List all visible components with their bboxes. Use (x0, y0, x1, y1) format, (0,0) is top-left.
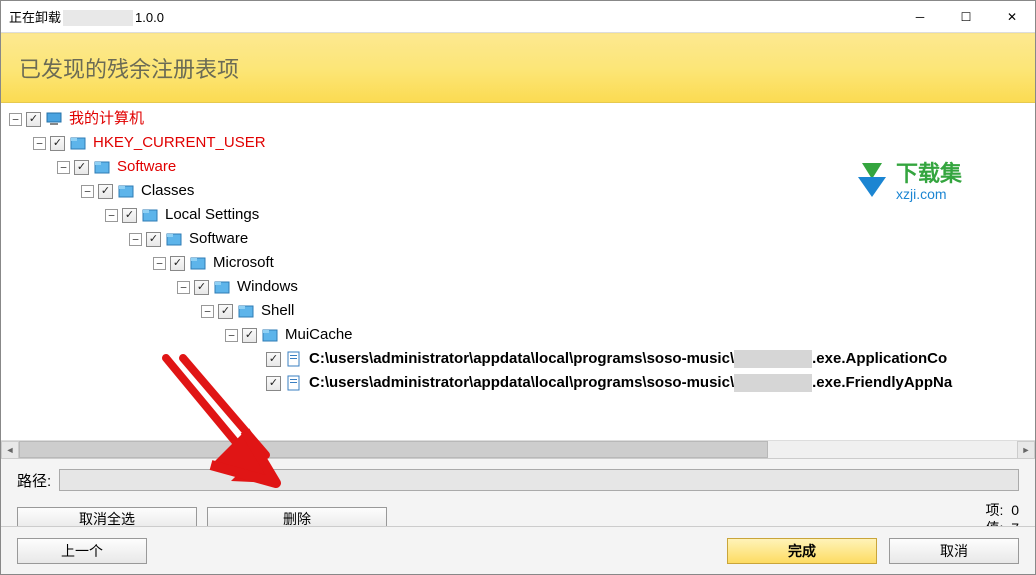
tree-node-label[interactable]: Software (187, 227, 250, 251)
tree-area: − ✓ 我的计算机 − ✓ HKEY_CURRENT_USER − ✓ Soft… (1, 103, 1035, 440)
tree-checkbox[interactable]: ✓ (266, 376, 281, 391)
tree-node-label[interactable]: Windows (235, 275, 300, 299)
tree-node-label[interactable]: Classes (139, 179, 196, 203)
tree-checkbox[interactable]: ✓ (98, 184, 113, 199)
close-button[interactable]: ✕ (989, 1, 1035, 33)
cancel-button[interactable]: 取消 (889, 538, 1019, 564)
watermark-logo: 下载集 xzji.com (850, 157, 1015, 207)
folder-icon (117, 182, 135, 200)
document-icon (285, 374, 303, 392)
folder-icon (165, 230, 183, 248)
finish-button[interactable]: 完成 (727, 538, 877, 564)
expander-icon[interactable]: − (81, 185, 94, 198)
tree-leaf-label[interactable]: C:\users\administrator\appdata\local\pro… (307, 371, 954, 395)
folder-icon (213, 278, 231, 296)
titlebar-text: 正在卸载1.0.0 (9, 7, 164, 27)
path-display (59, 469, 1019, 491)
footer-panel: 路径: 取消全选 删除 项: 0 值: 7 (1, 458, 1035, 526)
tree-checkbox[interactable]: ✓ (26, 112, 41, 127)
registry-tree: − ✓ 我的计算机 − ✓ HKEY_CURRENT_USER − ✓ Soft… (5, 107, 1035, 395)
scroll-right-icon[interactable]: ► (1017, 441, 1035, 459)
path-label: 路径: (17, 470, 51, 491)
expander-icon[interactable]: − (201, 305, 214, 318)
tree-node-label[interactable]: Shell (259, 299, 296, 323)
tree-node-label[interactable]: Software (115, 155, 178, 179)
tree-checkbox[interactable]: ✓ (218, 304, 233, 319)
tree-checkbox[interactable]: ✓ (74, 160, 89, 175)
expander-icon[interactable]: − (33, 137, 46, 150)
tree-node-label[interactable]: MuiCache (283, 323, 355, 347)
computer-icon (45, 110, 63, 128)
tree-checkbox[interactable]: ✓ (50, 136, 65, 151)
banner: 已发现的残余注册表项 (1, 33, 1035, 103)
folder-icon (237, 302, 255, 320)
redacted (734, 350, 812, 368)
expander-icon[interactable]: − (57, 161, 70, 174)
maximize-button[interactable]: ☐ (943, 1, 989, 33)
tree-checkbox[interactable]: ✓ (146, 232, 161, 247)
banner-title: 已发现的残余注册表项 (19, 52, 239, 84)
expander-icon[interactable]: − (9, 113, 22, 126)
svg-text:下载集: 下载集 (896, 161, 963, 186)
redacted (734, 374, 812, 392)
folder-icon (93, 158, 111, 176)
tree-root-label[interactable]: 我的计算机 (67, 107, 146, 131)
tree-leaf-label[interactable]: C:\users\administrator\appdata\local\pro… (307, 347, 949, 371)
folder-icon (69, 134, 87, 152)
folder-icon (261, 326, 279, 344)
scroll-track[interactable] (19, 441, 1017, 458)
tree-checkbox[interactable]: ✓ (266, 352, 281, 367)
expander-icon[interactable]: − (177, 281, 190, 294)
tree-node-label[interactable]: HKEY_CURRENT_USER (91, 131, 268, 155)
svg-text:xzji.com: xzji.com (896, 186, 947, 202)
expander-icon[interactable]: − (129, 233, 142, 246)
document-icon (285, 350, 303, 368)
expander-icon[interactable]: − (153, 257, 166, 270)
folder-icon (189, 254, 207, 272)
tree-checkbox[interactable]: ✓ (122, 208, 137, 223)
tree-checkbox[interactable]: ✓ (170, 256, 185, 271)
tree-checkbox[interactable]: ✓ (194, 280, 209, 295)
scroll-left-icon[interactable]: ◄ (1, 441, 19, 459)
expander-icon[interactable]: − (225, 329, 238, 342)
dialog-buttons: 上一个 完成 取消 (1, 526, 1035, 574)
titlebar: 正在卸载1.0.0 ─ ☐ ✕ (1, 1, 1035, 33)
folder-icon (141, 206, 159, 224)
app-window: 正在卸载1.0.0 ─ ☐ ✕ 已发现的残余注册表项 − ✓ 我的计算机 − ✓… (0, 0, 1036, 575)
tree-node-label[interactable]: Local Settings (163, 203, 261, 227)
minimize-button[interactable]: ─ (897, 1, 943, 33)
previous-button[interactable]: 上一个 (17, 538, 147, 564)
tree-checkbox[interactable]: ✓ (242, 328, 257, 343)
scroll-thumb[interactable] (19, 441, 768, 458)
tree-node-label[interactable]: Microsoft (211, 251, 276, 275)
horizontal-scrollbar[interactable]: ◄ ► (1, 440, 1035, 458)
expander-icon[interactable]: − (105, 209, 118, 222)
titlebar-redacted (63, 10, 133, 26)
